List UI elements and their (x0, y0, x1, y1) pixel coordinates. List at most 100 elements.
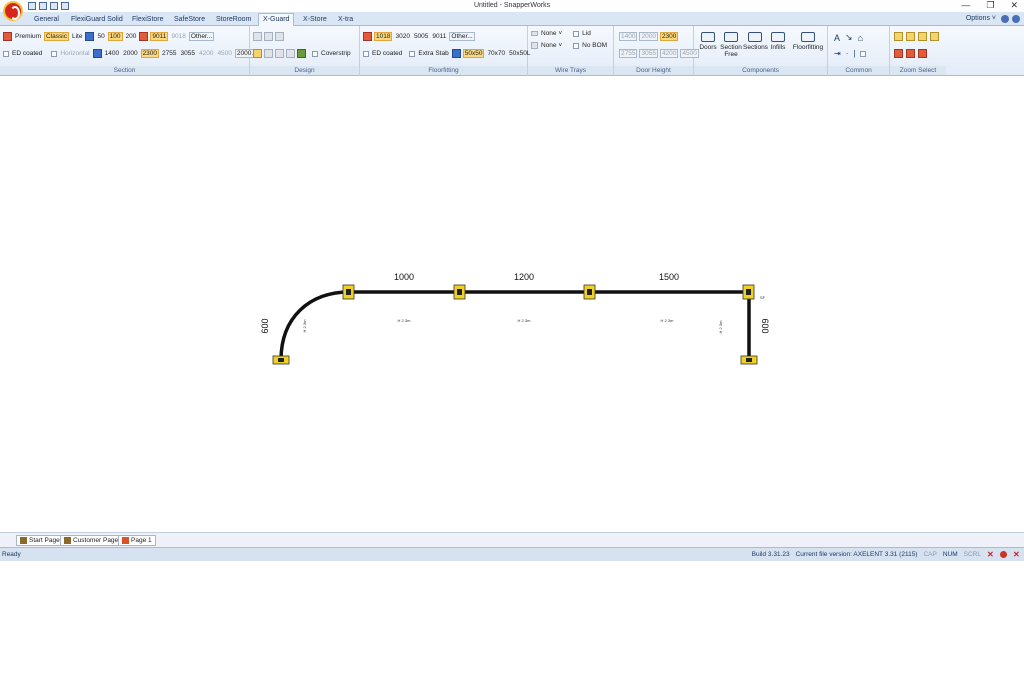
door-height-4200[interactable]: 4200 (659, 49, 679, 58)
select-door-icon[interactable] (918, 49, 927, 58)
page-tab-page-1[interactable]: Page 1 (118, 535, 156, 546)
design-style-1-icon[interactable] (253, 49, 262, 58)
ff-color-other[interactable]: Other... (449, 32, 475, 41)
post-6[interactable] (740, 355, 758, 365)
type-lite[interactable]: Lite (71, 33, 83, 40)
type-classic[interactable]: Classic (44, 32, 69, 41)
pipe-icon[interactable]: | (853, 49, 855, 58)
tab-x-guard[interactable]: X-Guard (258, 13, 295, 26)
home-icon[interactable]: ⌂ (858, 33, 863, 43)
door-height-2755[interactable]: 2755 (619, 49, 638, 58)
zoom-in-icon[interactable] (894, 32, 903, 41)
layout-drawing[interactable]: 1000 1200 1500 600 600 H 2.3m H 2.3m H 2… (0, 77, 1024, 532)
lid-checkbox[interactable] (573, 30, 580, 37)
draw-line-icon[interactable]: A (834, 33, 840, 43)
door-height-1400[interactable]: 1400 (619, 32, 638, 41)
door-height-3055[interactable]: 3055 (639, 49, 658, 58)
floorfitting-button[interactable]: Floorfitting (790, 32, 826, 51)
height-4200[interactable]: 4200 (198, 50, 214, 57)
ff-size-70x70[interactable]: 70x70 (486, 50, 506, 57)
design-mesh-icon[interactable] (253, 32, 262, 41)
page-tab-start[interactable]: Start Page (16, 535, 64, 546)
zoom-out-icon[interactable] (906, 32, 915, 41)
post-5[interactable] (272, 355, 290, 365)
tab-x-store[interactable]: X-Store (299, 14, 331, 26)
horizontal-checkbox[interactable] (51, 50, 58, 57)
info-icon[interactable] (1012, 15, 1020, 23)
tab-general[interactable]: General (30, 14, 63, 26)
color-other[interactable]: Other... (188, 32, 215, 41)
height-1400[interactable]: 1400 (104, 50, 120, 57)
ff-color-1018[interactable]: 1018 (374, 32, 393, 41)
height-4500[interactable]: 4500 (216, 50, 232, 57)
tab-flexiguard-solid[interactable]: FlexiGuard Solid (67, 14, 127, 26)
post-1[interactable] (342, 284, 355, 300)
design-style-3-icon[interactable] (275, 49, 284, 58)
design-plain-icon[interactable] (275, 32, 284, 41)
design-style-4-icon[interactable] (286, 49, 295, 58)
door-height-2300[interactable]: 2300 (659, 32, 679, 41)
dot-icon[interactable]: · (846, 49, 849, 58)
section-free-button[interactable]: Section Free (719, 32, 743, 58)
design-style-5-icon[interactable] (297, 49, 306, 58)
no-bom-checkbox[interactable] (573, 42, 580, 49)
zoom-window-icon[interactable] (930, 32, 939, 41)
infills-button[interactable]: Infills (769, 32, 787, 51)
select-box-icon[interactable] (860, 50, 867, 57)
ff-ed-coated-checkbox[interactable] (363, 50, 369, 57)
app-logo-icon[interactable] (3, 1, 23, 21)
select-all-icon[interactable] (894, 49, 903, 58)
tab-storeroom[interactable]: StoreRoom (212, 14, 255, 26)
sections-button[interactable]: Sections (743, 32, 768, 51)
select-section-icon[interactable] (906, 49, 915, 58)
ff-color-3020[interactable]: 3020 (394, 33, 410, 40)
height-2300[interactable]: 2300 (140, 49, 160, 58)
group-door-height: 1400 2000 2300 2755 3055 4200 4500 Door … (614, 26, 699, 76)
options-menu[interactable]: Options ˅ (966, 15, 996, 22)
width-50[interactable]: 50 (96, 33, 105, 40)
color-9011[interactable]: 9011 (150, 32, 169, 41)
height-2000[interactable]: 2000 (122, 50, 138, 57)
minimize-button[interactable]: — (961, 0, 970, 11)
post-4[interactable] (742, 284, 755, 300)
design-panel-icon[interactable] (264, 32, 273, 41)
width-200[interactable]: 200 (125, 33, 138, 40)
door-height-2000[interactable]: 2000 (639, 32, 658, 41)
color-9018[interactable]: 9018 (170, 33, 186, 40)
tab-x-tra[interactable]: X-tra (334, 14, 357, 26)
zoom-fit-icon[interactable] (918, 32, 927, 41)
page-tab-customer[interactable]: Customer Page (60, 535, 123, 546)
coverstrip-checkbox[interactable] (312, 50, 318, 57)
wire-tray-bottom-icon (531, 42, 538, 49)
curved-section[interactable] (279, 290, 350, 361)
post-3[interactable] (583, 284, 596, 300)
ff-size-50x50[interactable]: 50x50 (462, 49, 485, 58)
lock-icon[interactable] (1000, 551, 1007, 558)
close-button[interactable]: ✕ (1010, 0, 1018, 11)
width-100[interactable]: 100 (107, 32, 123, 41)
height-2755[interactable]: 2755 (161, 50, 177, 57)
ff-color-9011[interactable]: 9011 (431, 33, 447, 40)
measure-icon[interactable]: ⇥ (834, 49, 841, 58)
infills-icon (771, 32, 785, 42)
help-icon[interactable] (1001, 15, 1009, 23)
design-style-2-icon[interactable] (264, 49, 273, 58)
arrow-icon[interactable]: ↘ (845, 32, 853, 43)
maximize-button[interactable]: ❐ (986, 0, 994, 11)
wire-tray-bottom-select[interactable]: None ˅ (540, 42, 563, 49)
height-3055[interactable]: 3055 (180, 50, 196, 57)
height-label: H 2.3m (398, 318, 412, 323)
wire-tray-top-select[interactable]: None ˅ (540, 30, 563, 37)
coverstrip-label: Coverstrip (321, 50, 351, 57)
post-2[interactable] (453, 284, 466, 300)
ed-coated-checkbox[interactable] (3, 50, 9, 57)
doors-button[interactable]: Doors (698, 32, 718, 51)
drawing-canvas[interactable]: 1000 1200 1500 600 600 H 2.3m H 2.3m H 2… (0, 77, 1024, 532)
type-premium[interactable]: Premium (14, 33, 42, 40)
close-doc-icon[interactable]: ✕ (1013, 551, 1020, 559)
extra-stab-checkbox[interactable] (409, 50, 416, 57)
tab-flexistore[interactable]: FlexiStore (128, 14, 168, 26)
ff-color-5005[interactable]: 5005 (413, 33, 429, 40)
error-icon[interactable]: ✕ (987, 551, 994, 559)
tab-safestore[interactable]: SafeStore (170, 14, 209, 26)
